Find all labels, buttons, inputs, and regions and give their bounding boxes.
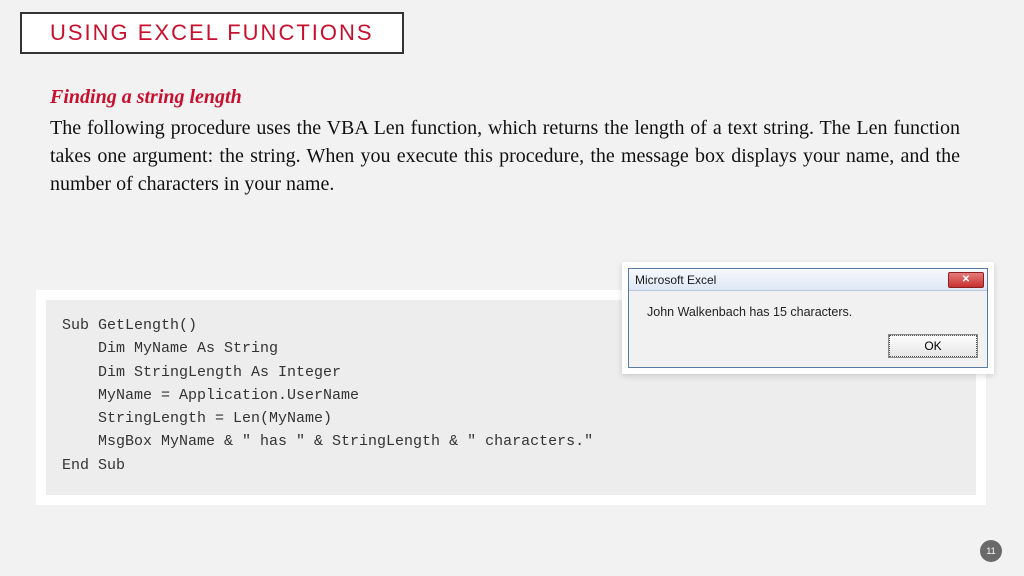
dialog-title: Microsoft Excel [635, 273, 716, 287]
close-button[interactable]: ✕ [948, 272, 984, 288]
close-icon: ✕ [962, 275, 970, 285]
ok-button[interactable]: OK [889, 335, 977, 357]
message-box-inner: Microsoft Excel ✕ John Walkenbach has 15… [628, 268, 988, 368]
dialog-message: John Walkenbach has 15 characters. [629, 291, 987, 329]
slide-title-box: USING EXCEL FUNCTIONS [20, 12, 404, 54]
slide-title: USING EXCEL FUNCTIONS [50, 20, 374, 46]
ok-button-label: OK [924, 339, 941, 353]
page-number-badge: 11 [980, 540, 1002, 562]
section-body: The following procedure uses the VBA Len… [50, 114, 960, 198]
message-box: Microsoft Excel ✕ John Walkenbach has 15… [622, 262, 994, 374]
section-subtitle: Finding a string length [50, 86, 242, 109]
dialog-titlebar[interactable]: Microsoft Excel ✕ [629, 269, 987, 291]
dialog-button-row: OK [629, 329, 987, 367]
page-number: 11 [986, 546, 995, 556]
